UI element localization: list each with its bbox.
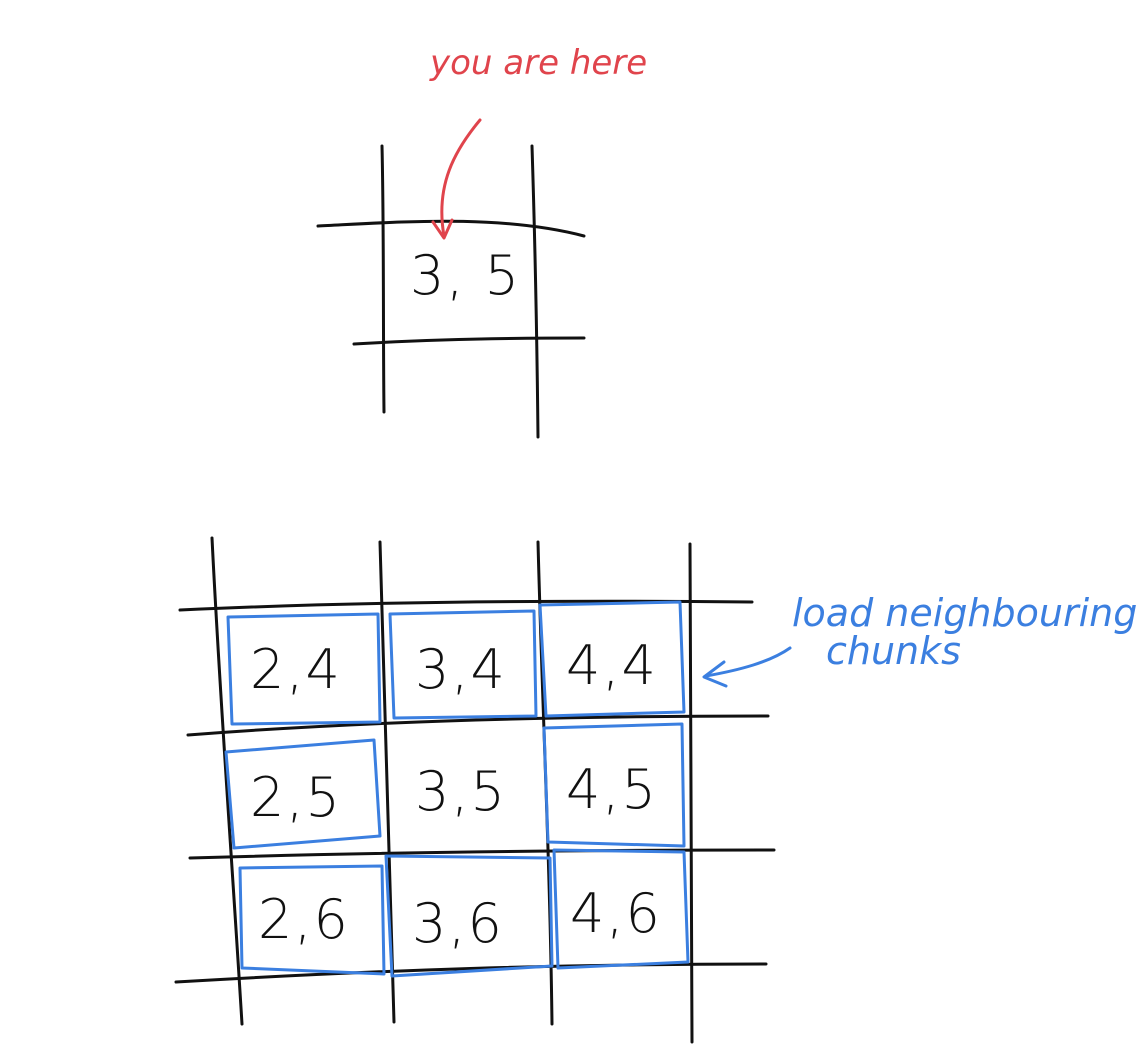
- blue-arrow-icon: [704, 646, 792, 678]
- grid-line-v-right: [530, 144, 540, 439]
- current-chunk-diagram: 3, 5: [316, 144, 586, 439]
- cell-label-r2c2: 4,6: [570, 882, 662, 945]
- grid-line-v-4: [688, 542, 694, 1044]
- cell-label-r1c1: 3,5: [415, 760, 507, 823]
- you-are-here-annotation: you are here: [429, 43, 647, 240]
- cell-label-r2c1: 3,6: [412, 892, 504, 955]
- load-neighbours-annotation: load neighbouring chunks: [702, 591, 1137, 688]
- neighbour-label-line2: chunks: [826, 629, 961, 673]
- current-chunk-label: 3, 5: [410, 244, 521, 307]
- neighbour-grid: 2,4 3,4 4,4 2,5 3,5 4,5 2,6 3,6 4,6: [174, 536, 776, 1044]
- chunk-loading-sketch: 3, 5 you are here 2,4 3,4 4,4 2,5 3,5 4,…: [174, 43, 1137, 1044]
- cell-label-r1c2: 4,5: [566, 758, 658, 821]
- cell-label-r2c0: 2,6: [258, 888, 350, 951]
- you-are-here-label: you are here: [429, 43, 647, 83]
- cell-label-r0c1: 3,4: [415, 638, 507, 701]
- cell-label-r0c2: 4,4: [566, 634, 658, 697]
- cell-label-r1c0: 2,5: [250, 766, 342, 829]
- grid-line-v-left: [380, 144, 386, 414]
- grid-line-h-bottom: [352, 336, 586, 346]
- red-arrow-icon: [440, 118, 482, 238]
- grid-line-h-4: [174, 962, 768, 984]
- cell-label-r0c0: 2,4: [250, 638, 342, 701]
